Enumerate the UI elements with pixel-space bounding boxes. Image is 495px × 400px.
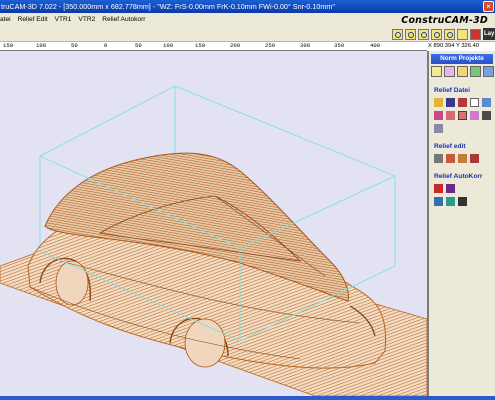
crop-icon[interactable]	[446, 111, 455, 120]
open-file-icon[interactable]	[434, 98, 443, 107]
rotate-icon[interactable]	[482, 111, 491, 120]
section-relief-datei: Relief Datei	[434, 87, 470, 94]
grid-icon[interactable]	[457, 29, 468, 40]
export-icon[interactable]	[458, 98, 467, 107]
auto-correct-icon[interactable]	[434, 184, 443, 193]
section-relief-edit: Relief edit	[434, 143, 466, 150]
taskbar-strip	[0, 396, 495, 400]
mirror-icon[interactable]	[470, 111, 479, 120]
ruler-tick: 150	[195, 42, 206, 49]
ruler-tick: 350	[334, 42, 345, 49]
view-3d-icon[interactable]	[434, 124, 443, 133]
relief-autokorr-row-2	[434, 196, 495, 207]
coord-x: X 890.394	[428, 43, 455, 49]
edit-icon[interactable]	[457, 66, 468, 77]
filter-icon[interactable]	[446, 184, 455, 193]
select-icon[interactable]	[458, 111, 467, 120]
menu-relief-autokorr[interactable]: Relief Autokorr	[102, 16, 145, 23]
save-icon[interactable]	[446, 98, 455, 107]
cutter-icon[interactable]	[446, 197, 455, 206]
horizontal-ruler: 150 100 50 0 50 100 150 200 250 300 350 …	[0, 42, 427, 51]
layer-button[interactable]: Lay	[483, 28, 495, 40]
ruler-tick: 200	[230, 42, 241, 49]
machine-icon[interactable]	[458, 197, 467, 206]
menu-bar: atei Relief Edit VTR1 VTR2 Relief Autoko…	[0, 13, 495, 27]
zoom-window-icon[interactable]	[418, 29, 429, 40]
section-relief-autokorr: Relief AutoKorr	[434, 173, 483, 180]
menu-vtr2[interactable]: VTR2	[78, 16, 95, 23]
frame-icon[interactable]	[434, 111, 443, 120]
smooth-icon[interactable]	[458, 154, 467, 163]
folder-icon[interactable]	[431, 66, 442, 77]
title-bar: truCAM-3D 7.022 - [350.000mm x 682.778mm…	[0, 0, 495, 13]
relief-datei-row-2	[434, 110, 495, 121]
raise-icon[interactable]	[446, 154, 455, 163]
relief-model-svg	[0, 85, 427, 396]
brush-icon[interactable]	[434, 154, 443, 163]
zoom-prev-icon[interactable]	[444, 29, 455, 40]
window-title: truCAM-3D 7.022 - [350.000mm x 682.778mm…	[1, 2, 335, 11]
lower-icon[interactable]	[470, 154, 479, 163]
zoom-in-icon[interactable]	[392, 29, 403, 40]
ruler-tick: 300	[300, 42, 311, 49]
toolbar: Lay	[0, 27, 495, 42]
ruler-tick: 0	[104, 42, 108, 49]
coordinate-readout: X 890.394 Y 326.40	[428, 42, 495, 51]
brand-logo: ConstruCAM-3D	[401, 15, 488, 26]
ruler-tick: 50	[71, 42, 78, 49]
relief-icon[interactable]	[444, 66, 455, 77]
new-file-icon[interactable]	[470, 98, 479, 107]
relief-viewport[interactable]	[0, 51, 427, 396]
relief-datei-row-3	[434, 123, 495, 134]
zoom-out-icon[interactable]	[405, 29, 416, 40]
import-icon[interactable]	[482, 98, 491, 107]
coord-y: Y 326.40	[455, 43, 480, 49]
zoom-all-icon[interactable]	[431, 29, 442, 40]
ruler-tick: 50	[135, 42, 142, 49]
relief-edit-row	[434, 153, 495, 164]
close-icon[interactable]: ×	[483, 1, 494, 12]
ruler-tick: 400	[370, 42, 381, 49]
ruler-tick: 100	[163, 42, 174, 49]
tool-path-icon[interactable]	[434, 197, 443, 206]
ruler-tick: 150	[3, 42, 14, 49]
menu-vtr1[interactable]: VTR1	[55, 16, 72, 23]
panel-header: Norm Projekte	[431, 54, 493, 64]
menu-datei[interactable]: atei	[0, 16, 11, 23]
ruler-tick: 100	[36, 42, 47, 49]
menu-relief-edit[interactable]: Relief Edit	[18, 16, 48, 23]
right-panel: Norm Projekte Relief Datei Relief edit R…	[427, 51, 495, 396]
relief-autokorr-row-1	[434, 183, 495, 194]
relief-datei-row-1	[434, 97, 495, 108]
layers-icon[interactable]	[470, 66, 481, 77]
ruler-tick: 250	[265, 42, 276, 49]
layer-icon[interactable]	[470, 29, 481, 40]
tool-icon[interactable]	[483, 66, 494, 77]
panel-tabs	[431, 66, 494, 78]
